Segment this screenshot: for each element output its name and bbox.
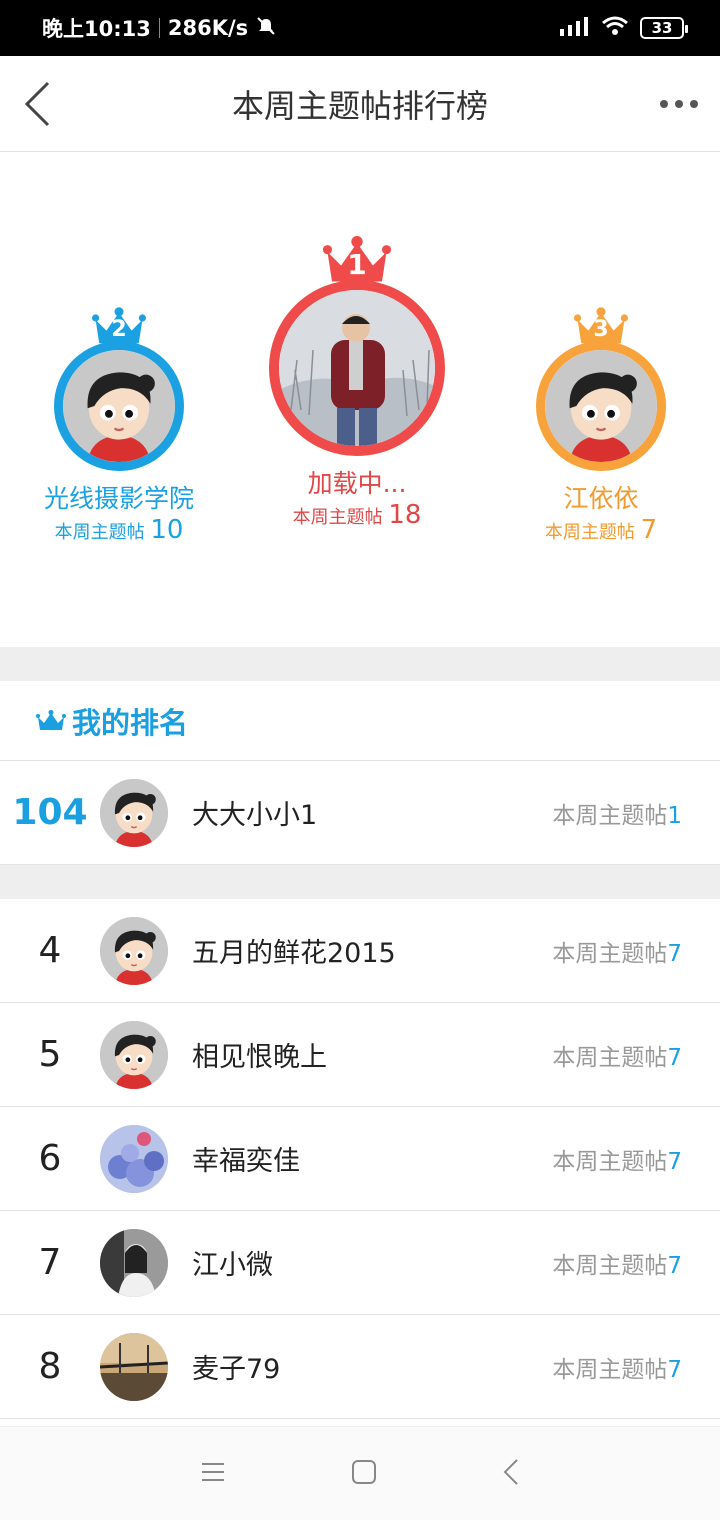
count-value: 7 <box>667 1044 682 1071</box>
my-rank-row[interactable]: 104 大大小小1 本周主题帖1 <box>0 761 720 865</box>
podium-post-count: 本周主题帖 18 <box>262 500 452 530</box>
user-name: 幸福奕佳 <box>192 1146 300 1177</box>
back-button[interactable] <box>22 74 62 134</box>
user-name: 五月的鲜花2015 <box>192 938 396 969</box>
avatar <box>536 341 666 471</box>
count-label: 本周主题帖 <box>552 1356 668 1383</box>
crown-icon: 1 <box>322 236 392 286</box>
post-count: 本周主题帖7 <box>552 1142 682 1176</box>
count-label: 本周主题帖 <box>552 802 668 829</box>
avatar <box>100 1124 168 1193</box>
section-divider <box>0 865 720 899</box>
system-navigation-bar <box>0 1426 720 1520</box>
my-rank-title: 我的排名 <box>72 705 189 740</box>
user-name: 相见恨晚上 <box>192 1042 327 1073</box>
rank-number: 4 <box>38 930 62 971</box>
avatar <box>54 341 184 471</box>
avatar <box>100 1020 168 1089</box>
crown-icon <box>36 709 66 733</box>
avatar <box>100 1228 168 1297</box>
post-count: 本周主题帖1 <box>552 796 682 830</box>
post-count: 本周主题帖7 <box>552 934 682 968</box>
status-divider <box>158 18 160 38</box>
podium-user-name: 光线摄影学院 <box>43 484 194 513</box>
count-label: 本周主题帖 <box>552 940 668 967</box>
more-dot-icon <box>690 99 698 108</box>
podium-user-name: 江依依 <box>563 484 639 513</box>
count-label: 本周主题帖 <box>552 1044 668 1071</box>
more-dot-icon <box>660 99 668 108</box>
podium-post-count: 本周主题帖 10 <box>24 515 214 545</box>
count-value: 7 <box>667 940 682 967</box>
nav-bar: 本周主题帖排行榜 <box>0 56 720 152</box>
list-item[interactable]: 6 幸福奕佳 本周主题帖7 <box>0 1107 720 1211</box>
list-item[interactable]: 5 相见恨晚上 本周主题帖7 <box>0 1003 720 1107</box>
podium-rank-3[interactable]: 3 江依依 本周主题帖 7 <box>506 307 696 545</box>
count-label: 本周主题帖 <box>292 507 383 528</box>
podium-post-count: 本周主题帖 7 <box>506 515 696 545</box>
avatar-photo <box>279 290 435 446</box>
count-label: 本周主题帖 <box>54 522 145 543</box>
count-label: 本周主题帖 <box>552 1252 668 1279</box>
count-value: 7 <box>667 1252 682 1279</box>
count-value: 7 <box>640 515 658 545</box>
count-value: 7 <box>667 1148 682 1175</box>
battery-icon: 33 <box>640 17 688 39</box>
my-rank-number: 104 <box>12 792 88 833</box>
count-label: 本周主题帖 <box>544 522 635 543</box>
count-value: 10 <box>150 515 184 545</box>
list-item[interactable]: 8 麦子79 本周主题帖7 <box>0 1315 720 1419</box>
list-item[interactable]: 4 五月的鲜花2015 本周主题帖7 <box>0 899 720 1003</box>
status-time: 晚上10:13 <box>42 17 151 41</box>
user-name: 麦子79 <box>192 1354 281 1385</box>
more-options-button[interactable] <box>660 99 698 108</box>
avatar <box>269 280 445 456</box>
page-title: 本周主题帖排行榜 <box>231 86 488 125</box>
mute-bell-icon <box>256 16 276 41</box>
signal-icon <box>560 16 590 41</box>
count-value: 7 <box>667 1356 682 1383</box>
battery-level: 33 <box>651 19 673 37</box>
avatar <box>100 778 168 847</box>
user-name: 江小微 <box>192 1250 273 1281</box>
status-network-speed: 286K/s <box>167 16 249 40</box>
avatar <box>100 916 168 985</box>
back-icon[interactable] <box>502 1458 520 1490</box>
top-three-podium: 2 光线摄影学院 本周主题帖 10 1 加载中... 本周主题帖 18 3 江依… <box>0 152 720 647</box>
rank-number: 5 <box>38 1034 62 1075</box>
menu-icon[interactable] <box>200 1461 226 1487</box>
rank-number: 8 <box>38 1346 62 1387</box>
post-count: 本周主题帖7 <box>552 1246 682 1280</box>
podium-user-name: 加载中... <box>307 469 407 498</box>
ranking-list: 4 五月的鲜花2015 本周主题帖7 5 相见恨晚上 本周主题帖7 6 幸福奕佳… <box>0 899 720 1419</box>
more-dot-icon <box>675 99 683 108</box>
post-count: 本周主题帖7 <box>552 1038 682 1072</box>
podium-rank-2[interactable]: 2 光线摄影学院 本周主题帖 10 <box>24 307 214 545</box>
back-arrow-icon <box>24 81 50 126</box>
podium-rank-1[interactable]: 1 加载中... 本周主题帖 18 <box>262 236 452 530</box>
podium-rank-number: 2 <box>111 317 127 342</box>
rank-number: 6 <box>38 1138 62 1179</box>
podium-rank-number: 1 <box>347 248 367 281</box>
avatar <box>100 1332 168 1401</box>
wifi-icon <box>602 16 628 41</box>
section-divider <box>0 647 720 681</box>
count-value: 18 <box>388 500 422 530</box>
podium-rank-number: 3 <box>593 317 609 342</box>
count-label: 本周主题帖 <box>552 1148 668 1175</box>
post-count: 本周主题帖7 <box>552 1350 682 1384</box>
list-item[interactable]: 7 江小微 本周主题帖7 <box>0 1211 720 1315</box>
count-value: 1 <box>667 802 682 829</box>
my-rank-header: 我的排名 <box>0 681 720 761</box>
home-icon[interactable] <box>351 1459 377 1489</box>
status-bar: 晚上10:13 286K/s 33 <box>0 0 720 56</box>
rank-number: 7 <box>38 1242 62 1283</box>
user-name: 大大小小1 <box>192 800 318 831</box>
